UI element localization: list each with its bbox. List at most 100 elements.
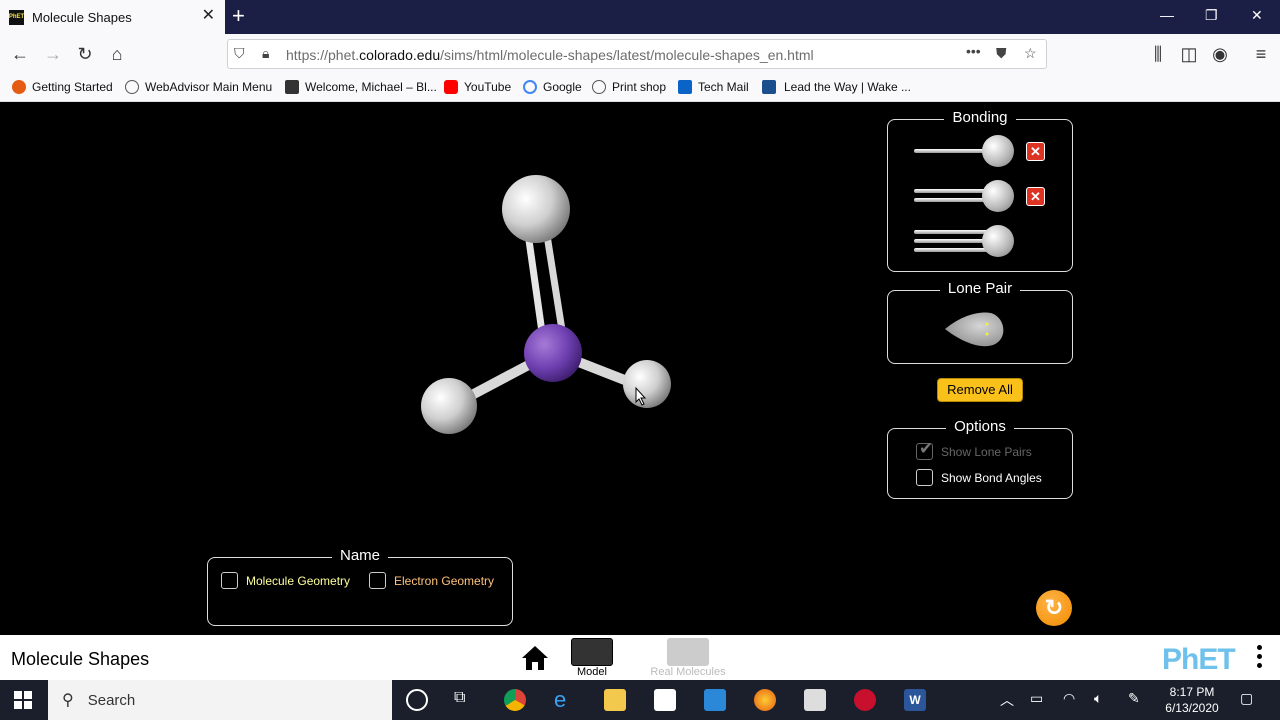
phet-menu-icon[interactable] <box>1257 645 1263 672</box>
bonding-title: Bonding <box>944 109 1016 126</box>
show-bond-angles-option[interactable]: Show Bond Angles <box>916 469 1042 486</box>
home-screen-icon[interactable] <box>520 643 550 673</box>
close-window-icon[interactable]: ✕ <box>1251 7 1263 24</box>
browser-tab[interactable]: PhET Molecule Shapes ✕ <box>0 0 225 34</box>
model-screen-button[interactable]: Model <box>570 638 614 678</box>
phet-logo[interactable]: PhET <box>1162 643 1236 677</box>
real-molecules-screen-button[interactable]: Real Molecules <box>645 638 731 678</box>
model-thumbnail-icon <box>571 638 613 666</box>
show-bond-angles-label: Show Bond Angles <box>941 470 1042 485</box>
youtube-icon <box>444 80 458 94</box>
reload-icon[interactable]: ↻ <box>73 42 97 66</box>
bookmarks-bar: Getting Started WebAdvisor Main Menu Wel… <box>0 74 1280 102</box>
menu-icon[interactable]: ≡ <box>1249 42 1273 66</box>
windows-taskbar: ⚲ Search ⧉ e W ︿ ▭ ◠ 🔈︎ ✎ 8:17 PM 6/13/2… <box>0 680 1280 720</box>
taskbar-search-box[interactable]: ⚲ Search <box>48 680 392 720</box>
minimize-icon[interactable]: — <box>1160 7 1174 23</box>
show-lone-pairs-option[interactable]: ✔ Show Lone Pairs <box>916 439 1032 460</box>
browser-title-bar: PhET Molecule Shapes ✕ + — ❐ ✕ <box>0 0 1280 34</box>
molecule-geometry-label: Molecule Geometry <box>246 573 351 588</box>
file-explorer-icon[interactable] <box>604 689 626 711</box>
options-panel: Options ✔ Show Lone Pairs Show Bond Angl… <box>887 418 1073 499</box>
account-icon[interactable]: ◉ <box>1208 42 1232 66</box>
show-bond-angles-checkbox[interactable] <box>916 469 933 486</box>
notifications-icon[interactable]: ▢ <box>1240 690 1253 707</box>
chrome-icon[interactable] <box>504 689 526 711</box>
cortana-icon[interactable] <box>406 689 428 711</box>
globe-icon <box>125 80 139 94</box>
electron-geometry-checkbox[interactable] <box>369 572 386 589</box>
remove-double-bond-icon[interactable]: ✕ <box>1026 187 1045 206</box>
home-icon[interactable]: ⌂ <box>105 42 129 66</box>
lock-icon[interactable]: 🔒︎ <box>262 45 269 62</box>
search-icon: ⚲ <box>62 692 74 709</box>
central-atom[interactable] <box>524 324 582 382</box>
single-bond-button[interactable] <box>914 134 1019 168</box>
url-bar[interactable]: ⛉ 🔒︎ https://phet.colorado.edu/sims/html… <box>227 39 1047 69</box>
library-icon[interactable]: ⫼ <box>1146 42 1170 66</box>
reset-all-icon[interactable]: ↻ <box>1036 590 1072 626</box>
blackboard-icon <box>285 80 299 94</box>
model-screen-label: Model <box>577 666 607 678</box>
molecule-geometry-option[interactable]: Molecule Geometry <box>221 572 350 589</box>
phet-favicon-icon: PhET <box>9 9 24 25</box>
mail-icon[interactable] <box>704 689 726 711</box>
remove-all-button[interactable]: Remove All <box>937 378 1023 402</box>
close-tab-icon[interactable]: ✕ <box>202 8 215 24</box>
molecule-geometry-checkbox[interactable] <box>221 572 238 589</box>
calculator-icon[interactable] <box>804 689 826 711</box>
tab-title: Molecule Shapes <box>32 9 132 25</box>
task-view-icon[interactable]: ⧉ <box>454 689 476 711</box>
windows-start-icon[interactable] <box>14 691 32 709</box>
firefox-icon <box>12 80 26 94</box>
wifi-icon[interactable]: ◠ <box>1063 690 1075 707</box>
page-actions-icon[interactable]: ••• <box>966 43 981 59</box>
url-text: https://phet.colorado.edu/sims/html/mole… <box>286 47 814 63</box>
real-molecules-screen-label: Real Molecules <box>650 666 726 678</box>
options-title: Options <box>946 418 1014 435</box>
pen-icon[interactable]: ✎ <box>1128 690 1140 707</box>
wake-icon <box>762 80 776 94</box>
bookmark-item[interactable]: Getting Started <box>12 80 113 94</box>
taskbar-clock[interactable]: 8:17 PM 6/13/2020 <box>1160 684 1224 716</box>
bookmark-item[interactable]: Tech Mail <box>678 80 749 94</box>
atom-top[interactable] <box>502 175 570 243</box>
bookmark-item[interactable]: Lead the Way | Wake ... <box>762 80 911 94</box>
double-bond-button[interactable] <box>914 179 1019 213</box>
forward-arrow-icon[interactable]: → <box>41 42 65 66</box>
bookmark-star-icon[interactable]: ☆ <box>1024 45 1037 62</box>
store-icon[interactable] <box>654 689 676 711</box>
search-placeholder: Search <box>87 691 136 709</box>
bookmark-item[interactable]: Google <box>523 80 582 94</box>
show-lone-pairs-checkbox[interactable]: ✔ <box>916 439 933 460</box>
firefox-taskbar-icon[interactable] <box>754 689 776 711</box>
new-tab-icon[interactable]: + <box>232 4 245 28</box>
pocket-icon[interactable]: ⛊ <box>996 45 1007 62</box>
word-icon[interactable]: W <box>904 689 926 711</box>
bookmark-item[interactable]: YouTube <box>444 80 511 94</box>
back-arrow-icon[interactable]: ← <box>8 42 32 66</box>
lone-pair-panel: Lone Pair <box>887 280 1073 364</box>
restore-icon[interactable]: ❐ <box>1205 7 1218 24</box>
bookmark-item[interactable]: Print shop <box>592 80 666 94</box>
electron-geometry-option[interactable]: Electron Geometry <box>369 572 494 589</box>
volume-icon[interactable]: 🔈︎ <box>1094 690 1102 707</box>
sidebar-icon[interactable]: ◫ <box>1177 42 1201 66</box>
bookmark-item[interactable]: Welcome, Michael – Bl... <box>285 80 437 94</box>
lone-pair-button[interactable] <box>943 309 1008 349</box>
paint-icon[interactable] <box>854 689 876 711</box>
tray-chevron-icon[interactable]: ︿ <box>1000 690 1014 710</box>
clock-time: 8:17 PM <box>1169 685 1215 699</box>
sim-play-area: Bonding ✕ ✕ Lone Pair Remove All Options… <box>0 102 1280 635</box>
electron-geometry-label: Electron Geometry <box>394 573 495 588</box>
sim-navigation-bar: Molecule Shapes Model Real Molecules PhE… <box>0 635 1280 680</box>
bookmark-item[interactable]: WebAdvisor Main Menu <box>125 80 272 94</box>
molecule-view[interactable] <box>0 102 1280 635</box>
shield-icon[interactable]: ⛉ <box>234 45 245 62</box>
remove-single-bond-icon[interactable]: ✕ <box>1026 142 1045 161</box>
battery-icon[interactable]: ▭ <box>1030 690 1043 707</box>
atom-left[interactable] <box>421 378 477 434</box>
atom-right[interactable] <box>623 360 671 408</box>
triple-bond-button[interactable] <box>914 224 1019 258</box>
edge-icon[interactable]: e <box>554 689 576 711</box>
